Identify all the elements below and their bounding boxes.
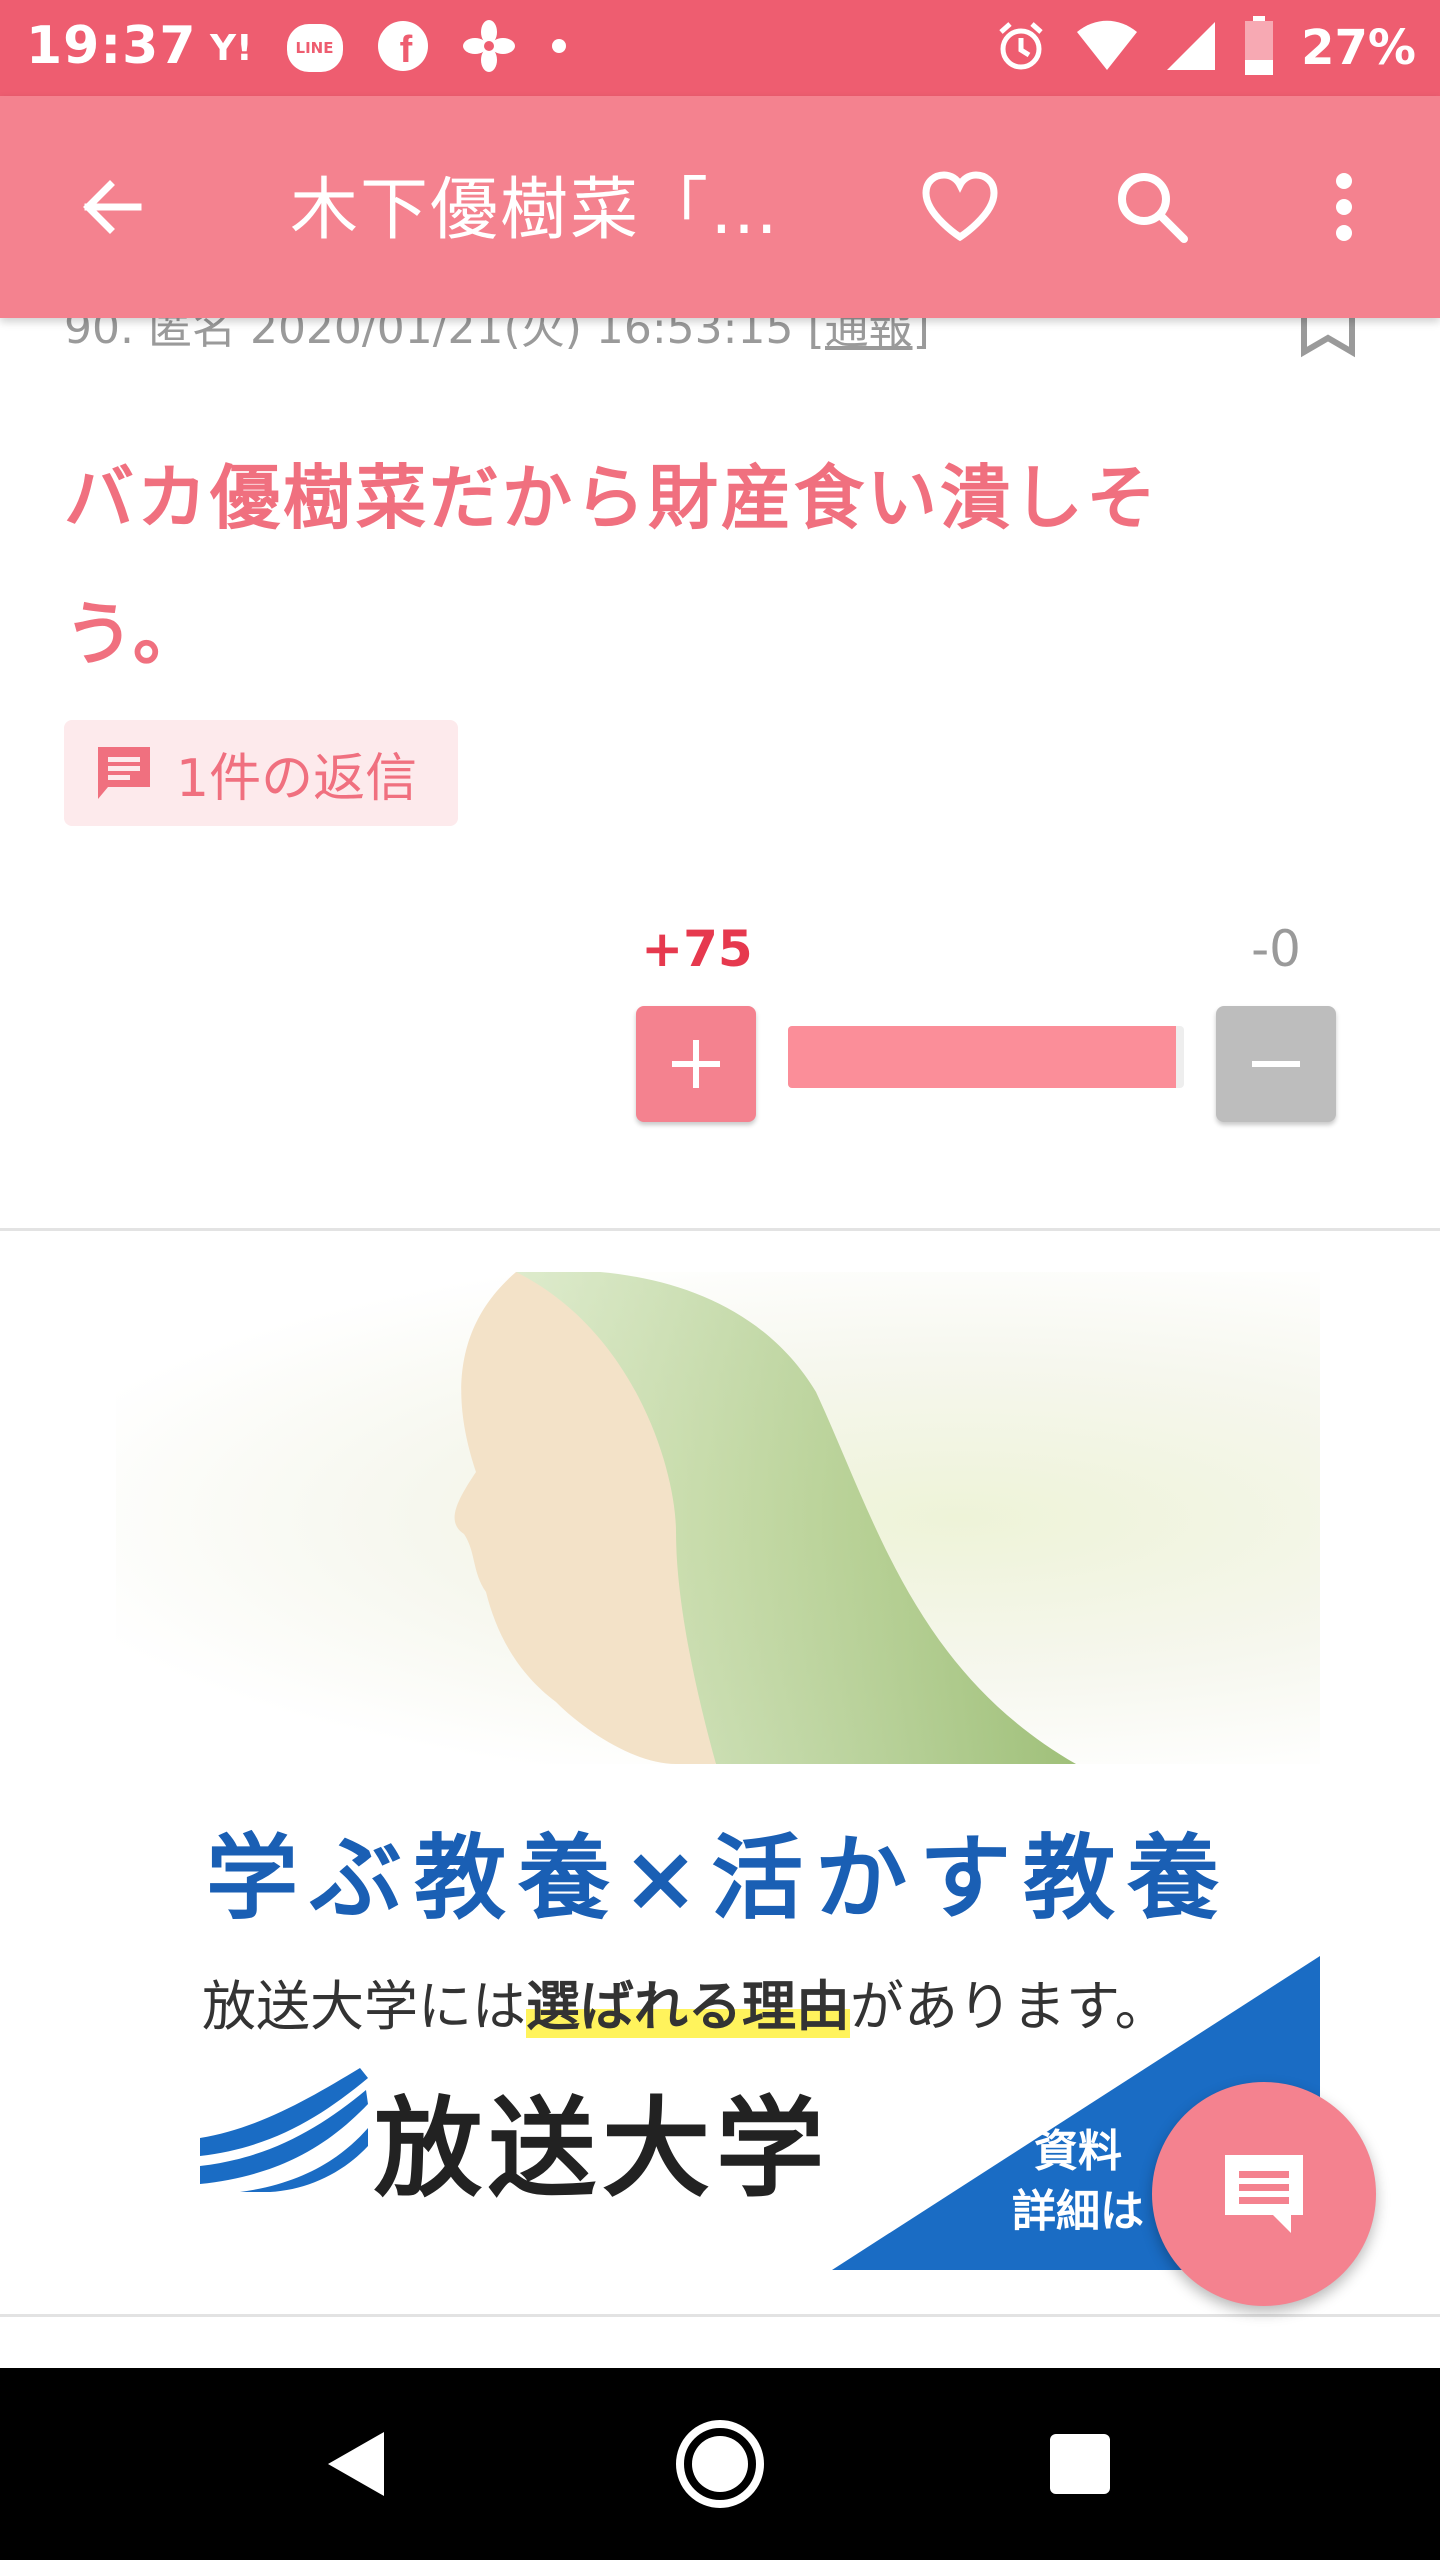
plus-icon (672, 1040, 720, 1088)
wifi-icon (1075, 20, 1139, 76)
vote-ratio-fill (788, 1026, 1177, 1088)
navigation-bar (0, 2368, 1440, 2560)
battery-icon (1243, 16, 1275, 80)
reply-button[interactable]: 1件の返信 (64, 720, 458, 826)
nav-home-icon (676, 2420, 764, 2508)
minus-vote-button[interactable] (1216, 1006, 1336, 1122)
nav-recents-button[interactable] (1020, 2404, 1140, 2524)
status-time: 19:37 (26, 16, 197, 76)
favorite-button[interactable] (900, 147, 1020, 267)
more-options-button[interactable] (1284, 147, 1404, 267)
yahoo-icon: Y! (210, 27, 253, 69)
plus-vote-button[interactable] (636, 1006, 756, 1122)
pinwheel-icon (462, 20, 515, 76)
comment-icon (98, 747, 150, 799)
ad-photo (116, 1272, 1320, 1764)
ad-logo-text: 放送大学 (374, 2087, 831, 2212)
page-title: 木下優樹菜「… (290, 171, 781, 250)
line-icon: LINE (286, 24, 343, 72)
svg-text:f: f (399, 29, 412, 71)
comment-body: バカ優樹菜だから財産食い潰しそう。 (64, 457, 1159, 675)
divider (0, 1228, 1440, 1231)
facebook-icon: f (377, 20, 429, 76)
back-arrow-icon (83, 180, 142, 234)
back-button[interactable] (52, 147, 172, 267)
minus-count: -0 (1251, 920, 1301, 978)
status-bar: 19:37 Y! LINE f 27% (0, 0, 1440, 96)
reply-count-label: 1件の返信 (176, 748, 418, 809)
nav-back-icon (328, 2432, 384, 2496)
vote-ratio-bar (788, 1026, 1184, 1088)
plus-count: +75 (641, 920, 753, 978)
nav-recents-icon (1050, 2434, 1110, 2494)
notification-icons: Y! LINE f (210, 20, 569, 76)
ad-cta: 資料 詳細は (1012, 2126, 1144, 2237)
signal-icon (1165, 20, 1217, 76)
alarm-icon (993, 18, 1049, 78)
search-button[interactable] (1092, 147, 1212, 267)
app-bar: 木下優樹菜「… (0, 96, 1440, 318)
nav-home-button[interactable] (660, 2404, 780, 2524)
nav-back-button[interactable] (296, 2404, 416, 2524)
battery-percent: 27% (1301, 20, 1416, 76)
more-vert-icon (1336, 173, 1352, 241)
minus-icon (1252, 1061, 1300, 1067)
heart-icon (922, 171, 998, 242)
divider (0, 2314, 1440, 2317)
system-status-icons: 27% (993, 14, 1416, 82)
comment-fab-button[interactable] (1152, 2082, 1376, 2306)
ad-banner[interactable]: 学ぶ教養×活かす教養 放送大学には選ばれる理由があります。 資料 詳細は 放送大… (116, 1272, 1320, 2270)
dot-icon (549, 36, 569, 60)
comment-icon (1225, 2155, 1303, 2233)
ad-logo-mark (200, 2068, 368, 2196)
search-icon (1118, 173, 1188, 243)
ad-headline: 学ぶ教養×活かす教養 (206, 1825, 1232, 1932)
